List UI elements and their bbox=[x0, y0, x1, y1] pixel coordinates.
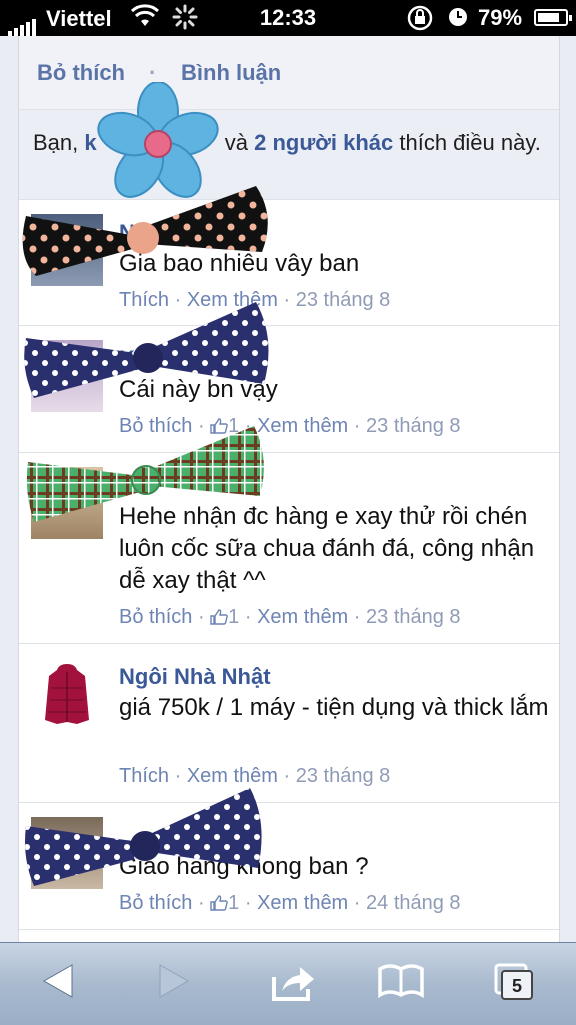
comment-date: 23 tháng 8 bbox=[295, 289, 391, 311]
meta-separator: · bbox=[277, 289, 296, 311]
comment-date: 23 tháng 8 bbox=[366, 606, 461, 628]
navy-polka-bow-sticker-bottom bbox=[25, 788, 262, 886]
tabs-icon[interactable]: 5 bbox=[494, 963, 536, 1008]
likes-suffix: thích điều này. bbox=[393, 130, 541, 155]
thumb-up-icon bbox=[210, 609, 228, 625]
thumb-up-icon bbox=[210, 895, 228, 911]
comment-date: 23 tháng 8 bbox=[366, 415, 461, 437]
unlike-link[interactable]: Bỏ thích bbox=[119, 892, 192, 914]
comment-meta: Bỏ thích · 1 · Xem thêm · 23 tháng 8 bbox=[119, 606, 461, 629]
share-icon[interactable] bbox=[270, 963, 316, 1008]
browser-toolbar: 5 bbox=[0, 942, 576, 1025]
comment-item: Ngôi Nhà Nhật giá 750k / 1 máy - tiện dụ… bbox=[19, 644, 559, 803]
meta-separator: · bbox=[192, 892, 211, 914]
meta-separator: · bbox=[192, 606, 211, 628]
likes-prefix: Bạn, bbox=[33, 130, 85, 155]
battery-percent: 79% bbox=[478, 5, 523, 30]
navy-polka-bow-sticker bbox=[24, 302, 269, 398]
like-count: 1 bbox=[228, 606, 240, 628]
others-link[interactable]: 2 người khác bbox=[254, 130, 393, 155]
meta-separator: · bbox=[239, 606, 258, 628]
meta-separator: · bbox=[277, 765, 296, 787]
see-more-link[interactable]: Xem thêm bbox=[257, 606, 348, 628]
meta-separator: · bbox=[348, 892, 367, 914]
battery-icon bbox=[534, 9, 572, 26]
see-more-link[interactable]: Xem thêm bbox=[257, 415, 348, 437]
comment-date: 23 tháng 8 bbox=[295, 765, 391, 787]
alarm-icon bbox=[446, 5, 470, 35]
comment-meta: Bỏ thích · 1 · Xem thêm · 24 tháng 8 bbox=[119, 892, 461, 915]
comments-screen: Bỏ thích · Bình luận Bạn, k và 2 người k… bbox=[0, 36, 576, 942]
green-plaid-bow-sticker bbox=[26, 426, 264, 522]
meta-separator: · bbox=[348, 415, 367, 437]
coat-image bbox=[45, 664, 89, 724]
status-bar: Viettel 12:33 79% bbox=[0, 0, 576, 38]
unlike-link[interactable]: Bỏ thích bbox=[119, 606, 192, 628]
comment-date: 24 tháng 8 bbox=[366, 892, 461, 914]
bookmarks-icon[interactable] bbox=[378, 963, 424, 1004]
back-icon[interactable] bbox=[42, 963, 74, 1004]
tabs-count: 5 bbox=[512, 976, 522, 996]
meta-separator: · bbox=[239, 892, 258, 914]
like-count: 1 bbox=[228, 892, 240, 914]
meta-separator: · bbox=[348, 606, 367, 628]
comment-text: giá 750k / 1 máy - tiện dụng và thick lắ… bbox=[119, 694, 549, 721]
avatar[interactable] bbox=[31, 658, 103, 730]
see-more-link[interactable]: Xem thêm bbox=[257, 892, 348, 914]
orientation-lock-icon bbox=[406, 4, 434, 38]
forward-icon[interactable] bbox=[158, 963, 190, 1004]
blue-flower-sticker bbox=[97, 82, 219, 198]
commenter-name[interactable]: Ngôi Nhà Nhật bbox=[119, 664, 271, 690]
